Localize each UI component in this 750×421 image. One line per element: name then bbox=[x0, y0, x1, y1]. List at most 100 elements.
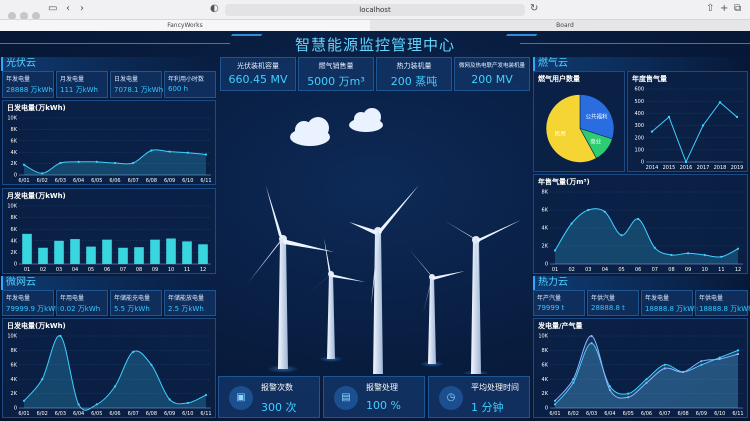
data-point bbox=[736, 247, 740, 250]
shield-icon[interactable]: ◐ bbox=[210, 3, 219, 14]
data-point bbox=[670, 253, 673, 257]
x-tick-label: 01 bbox=[552, 267, 558, 273]
x-tick-label: 6/06 bbox=[109, 178, 120, 184]
stat-value: 79999.9 万kWh bbox=[6, 305, 60, 313]
share-icon[interactable]: ⇧ bbox=[706, 3, 714, 14]
data-point bbox=[22, 399, 26, 402]
data-point bbox=[637, 217, 640, 221]
bar bbox=[134, 247, 144, 264]
gas-annual-line: 0 100 200 300 400 500 600 2014 2015 2016 2017 2018 2… bbox=[634, 87, 744, 171]
data-point bbox=[608, 385, 611, 388]
y-tick-label: 8K bbox=[542, 190, 549, 196]
heat-stat-gen: 年发电量 18888.8 万kWh bbox=[641, 290, 699, 316]
y-tick-label: 0 bbox=[641, 160, 644, 166]
y-tick-label: 6K bbox=[542, 362, 549, 368]
data-point bbox=[204, 393, 208, 397]
sidebar-toggle-icon[interactable]: ▭ bbox=[48, 3, 57, 14]
wind-turbines-scene bbox=[248, 108, 521, 383]
data-point bbox=[186, 151, 189, 154]
x-tick-label: 6/08 bbox=[146, 411, 157, 417]
bar bbox=[150, 239, 160, 264]
y-tick-label: 4K bbox=[542, 226, 549, 232]
x-tick-label: 12 bbox=[735, 267, 741, 273]
gas-users-pie: 公共福利商业 民用 bbox=[545, 94, 615, 163]
stat-value: 2.5 万kWh bbox=[168, 305, 204, 313]
x-tick-label: 11 bbox=[184, 267, 190, 273]
data-point bbox=[736, 352, 740, 356]
slice-label: 商业 bbox=[590, 138, 602, 146]
pv-daily-chart-panel: 日发电量(万kWh) 0 2K 4K 6K 8K 10K 6/01 6/02 6/03 6/04 6… bbox=[2, 100, 216, 185]
x-tick-label: 6/08 bbox=[677, 411, 688, 417]
pv-monthly-chart-panel: 月发电量(万kWh) 0 2K 4K 6K 8K 10K 01 02 03 04 05 06 07 08 0… bbox=[2, 188, 216, 274]
reload-icon[interactable]: ↻ bbox=[530, 3, 538, 14]
data-point bbox=[168, 150, 171, 153]
tab-overview-icon[interactable]: ⧉ bbox=[734, 3, 741, 14]
y-tick-label: 100 bbox=[634, 147, 644, 153]
data-point bbox=[572, 378, 575, 381]
x-tick-label: 2019 bbox=[731, 165, 744, 171]
micro-stat-charge: 年储能充电量 5.5 万kWh bbox=[110, 290, 162, 316]
stat-label: 年供电量 bbox=[699, 295, 724, 302]
stat-label: 年发电量 bbox=[6, 295, 31, 302]
x-tick-label: 6/11 bbox=[732, 411, 743, 417]
x-tick-label: 6/03 bbox=[55, 411, 66, 417]
y-tick-label: 0 bbox=[545, 406, 548, 412]
heat-daily-chart-panel: 发电量/产气量 0 2K 4K 6K 8K 10K 6/01 6/02 6/03 6/04 6/05… bbox=[533, 318, 748, 418]
new-tab-icon[interactable]: + bbox=[720, 3, 728, 14]
data-point bbox=[645, 381, 648, 384]
data-point bbox=[150, 149, 153, 152]
stat-label: 年供汽量 bbox=[591, 295, 616, 302]
y-tick-label: 2K bbox=[11, 391, 18, 397]
stat-label: 日发电量 bbox=[114, 76, 139, 83]
data-point bbox=[113, 161, 117, 165]
data-point bbox=[653, 246, 656, 249]
y-tick-label: 4K bbox=[11, 377, 18, 383]
data-point bbox=[77, 160, 80, 163]
y-tick-label: 10K bbox=[7, 204, 17, 210]
y-tick-label: 6K bbox=[542, 208, 549, 214]
heat-stat-produce: 年产汽量 79999 t bbox=[533, 290, 585, 316]
data-point bbox=[186, 401, 189, 405]
x-tick-label: 6/05 bbox=[91, 411, 102, 417]
heat-section-title: 热力云 bbox=[533, 276, 748, 290]
data-point bbox=[701, 124, 705, 127]
y-tick-label: 6K bbox=[11, 138, 18, 144]
x-tick-label: 6/01 bbox=[18, 178, 29, 184]
turbine-icon bbox=[409, 249, 465, 367]
y-tick-label: 4K bbox=[542, 377, 549, 383]
turbine-icon bbox=[306, 238, 365, 362]
tab-bar: FancyWorks Board bbox=[0, 19, 750, 32]
x-tick-label: 6/02 bbox=[37, 411, 48, 417]
slice-label: 民用 bbox=[555, 131, 566, 138]
data-point bbox=[686, 252, 690, 255]
address-bar[interactable]: localhost bbox=[225, 4, 525, 16]
x-tick-label: 6/08 bbox=[146, 178, 157, 184]
bar bbox=[166, 238, 176, 264]
y-tick-label: 200 bbox=[634, 135, 644, 141]
stat-label: 年产汽量 bbox=[537, 295, 562, 302]
x-tick-label: 07 bbox=[120, 267, 126, 273]
back-icon[interactable]: ‹ bbox=[66, 3, 70, 14]
data-point bbox=[736, 349, 740, 352]
data-point bbox=[608, 388, 611, 392]
data-point bbox=[627, 396, 630, 399]
stat-value: 600 h bbox=[168, 85, 189, 93]
x-tick-label: 02 bbox=[40, 267, 46, 273]
alarm-label: 平均处理时间 bbox=[471, 383, 519, 392]
bar bbox=[54, 240, 64, 264]
y-tick-label: 2K bbox=[542, 391, 549, 397]
bar bbox=[70, 239, 80, 264]
x-tick-label: 6/09 bbox=[696, 411, 707, 417]
y-tick-label: 4K bbox=[11, 238, 18, 244]
x-tick-label: 03 bbox=[56, 267, 62, 273]
data-point bbox=[720, 255, 723, 258]
bar bbox=[102, 239, 112, 264]
forward-icon[interactable]: › bbox=[80, 3, 84, 14]
gas-section-title: 燃气云 bbox=[533, 57, 748, 71]
x-tick-label: 6/02 bbox=[568, 411, 579, 417]
dashboard: 智慧能源监控管理中心 光伏云 年发电量 28888 万kWh 月发电量 111 万k… bbox=[0, 31, 750, 421]
url-text: localhost bbox=[359, 6, 391, 14]
wind-turbine-illustration bbox=[218, 94, 530, 383]
data-point bbox=[667, 115, 671, 119]
micro-daily-chart: 0 2K 4K 6K 8K 10K 6/01 6/02 6/03 6/04 6/05 6/06 6/07… bbox=[7, 334, 211, 417]
